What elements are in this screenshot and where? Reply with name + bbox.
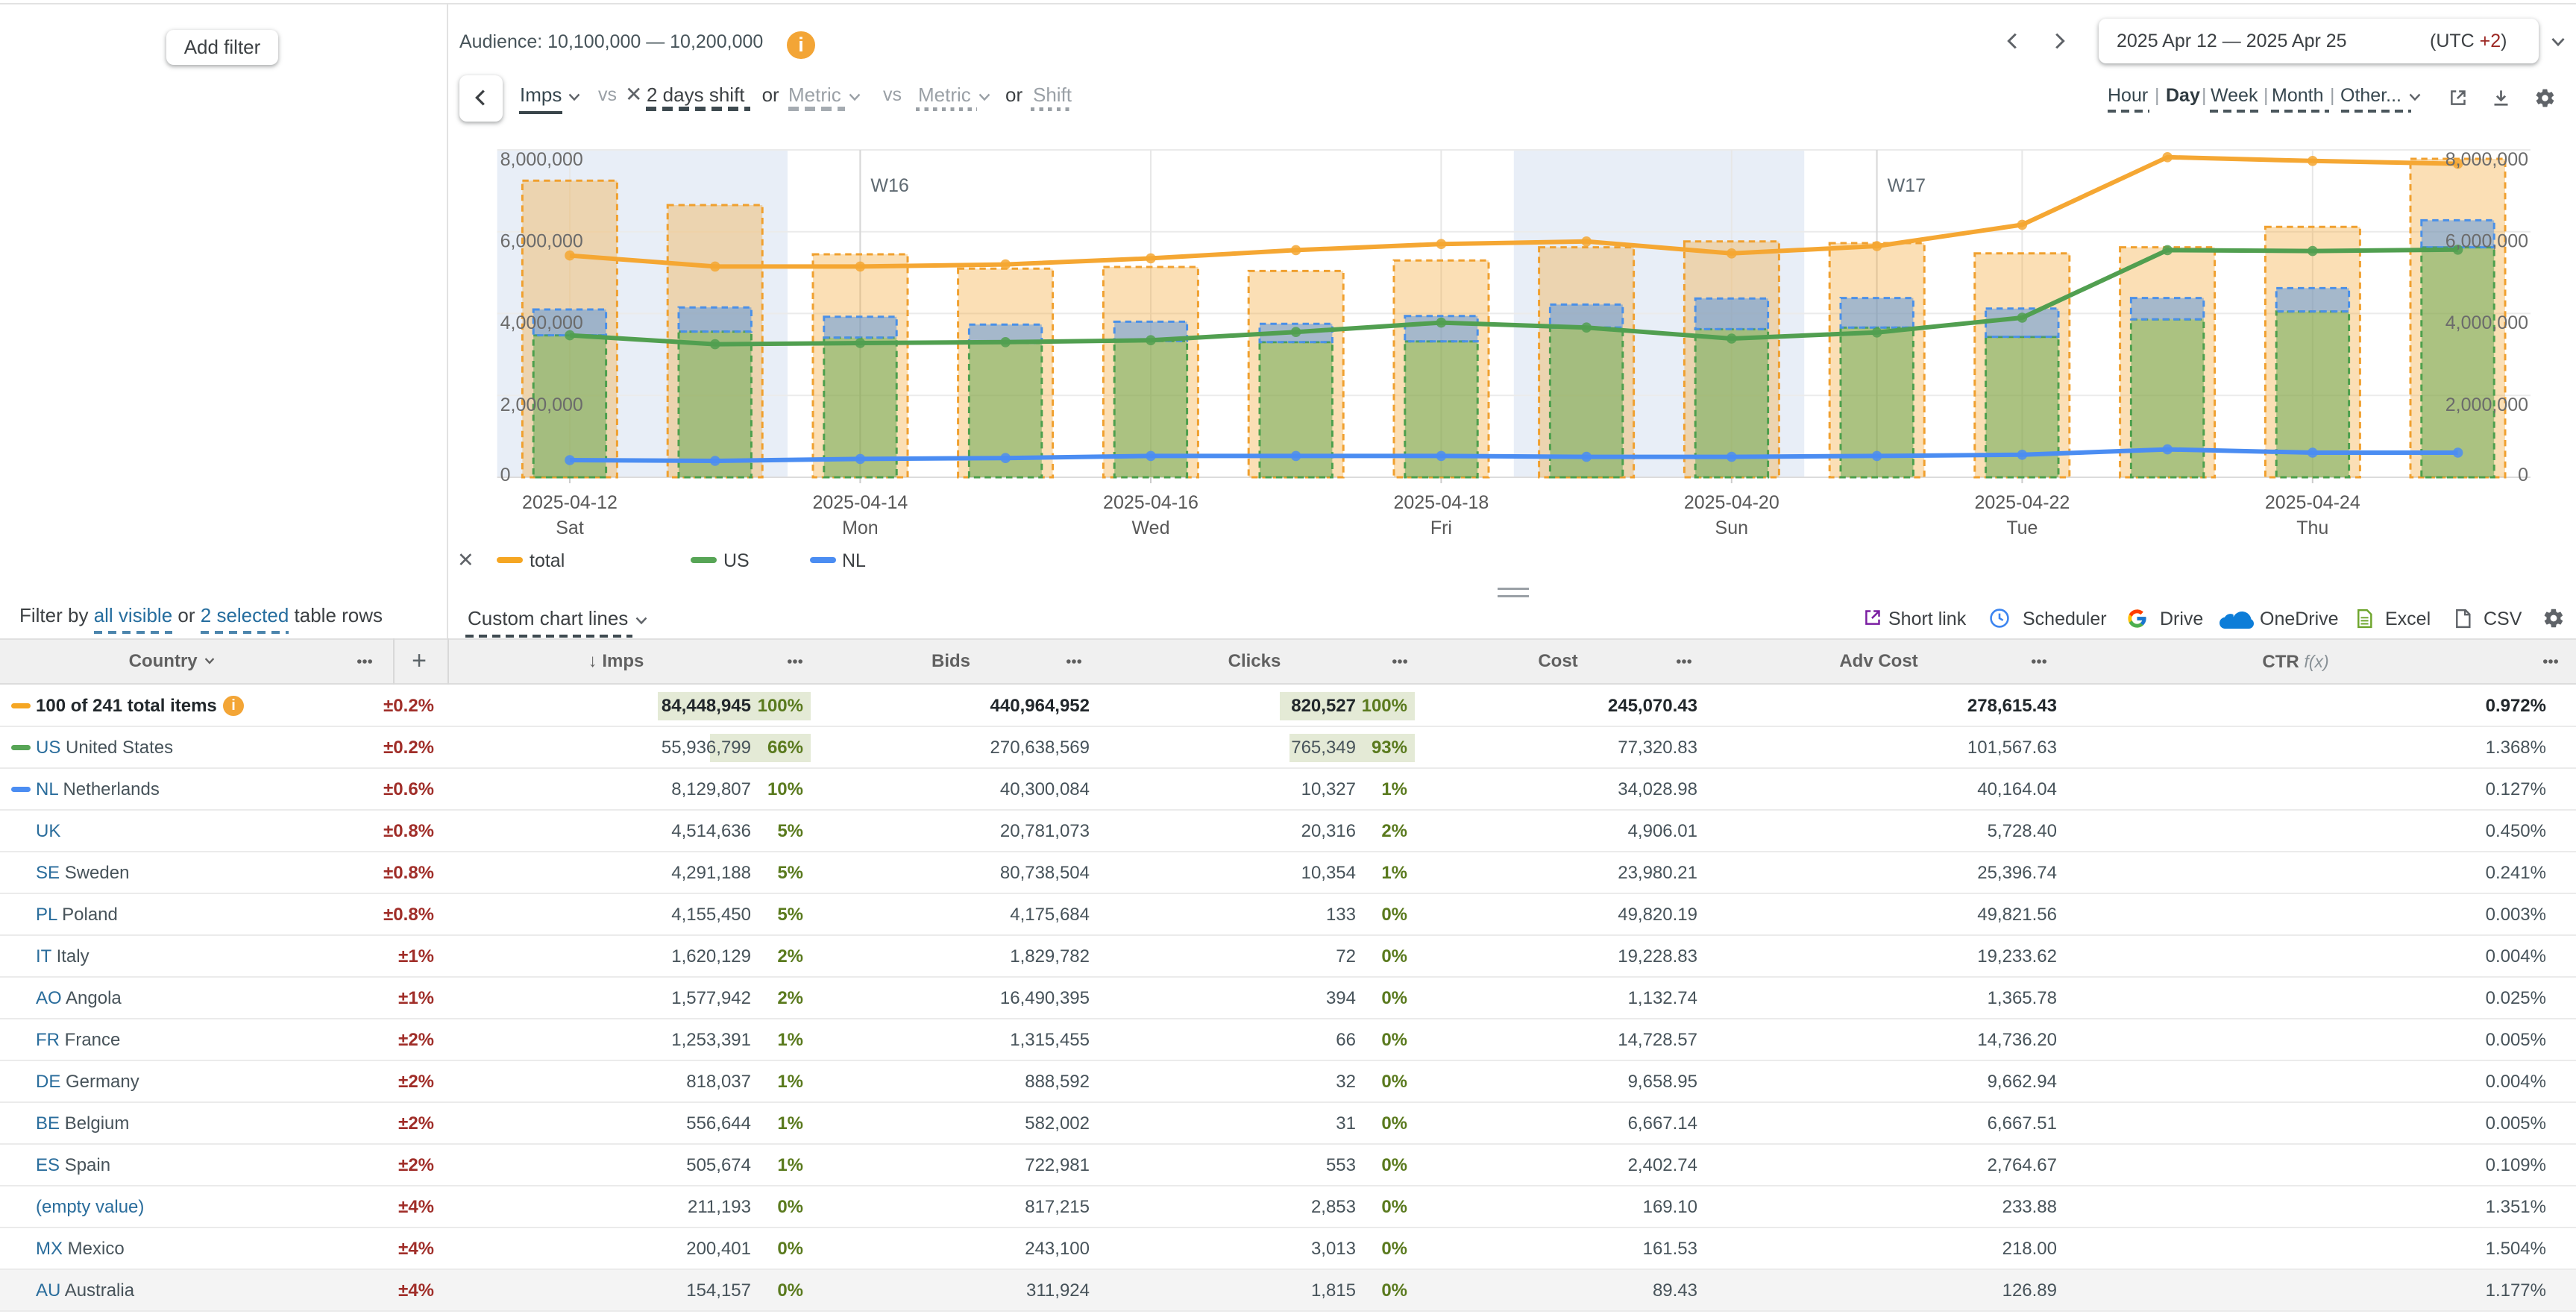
svg-text:W17: W17: [1888, 175, 1926, 196]
svg-text:2025-04-16: 2025-04-16: [1103, 492, 1199, 513]
svg-text:6,000,000: 6,000,000: [2445, 231, 2528, 252]
svg-text:8,000,000: 8,000,000: [2445, 149, 2528, 170]
svg-text:0: 0: [2518, 465, 2528, 485]
svg-text:2025-04-22: 2025-04-22: [1974, 492, 2070, 513]
svg-text:Sat: Sat: [556, 518, 584, 538]
svg-text:4,000,000: 4,000,000: [500, 312, 583, 333]
svg-text:Fri: Fri: [1430, 518, 1452, 538]
svg-text:2025-04-18: 2025-04-18: [1393, 492, 1489, 513]
svg-text:8,000,000: 8,000,000: [500, 149, 583, 170]
svg-text:4,000,000: 4,000,000: [2445, 312, 2528, 333]
svg-text:2,000,000: 2,000,000: [2445, 394, 2528, 415]
svg-text:W16: W16: [870, 175, 908, 196]
svg-text:Tue: Tue: [2006, 518, 2038, 538]
svg-text:2025-04-12: 2025-04-12: [522, 492, 618, 513]
svg-text:2,000,000: 2,000,000: [500, 394, 583, 415]
svg-text:2025-04-24: 2025-04-24: [2265, 492, 2360, 513]
svg-text:Wed: Wed: [1132, 518, 1170, 538]
svg-text:2025-04-14: 2025-04-14: [812, 492, 908, 513]
svg-text:0: 0: [500, 465, 511, 485]
svg-text:Thu: Thu: [2296, 518, 2328, 538]
svg-text:2025-04-20: 2025-04-20: [1684, 492, 1779, 513]
svg-text:6,000,000: 6,000,000: [500, 231, 583, 252]
svg-text:Sun: Sun: [1715, 518, 1748, 538]
svg-text:Mon: Mon: [842, 518, 879, 538]
